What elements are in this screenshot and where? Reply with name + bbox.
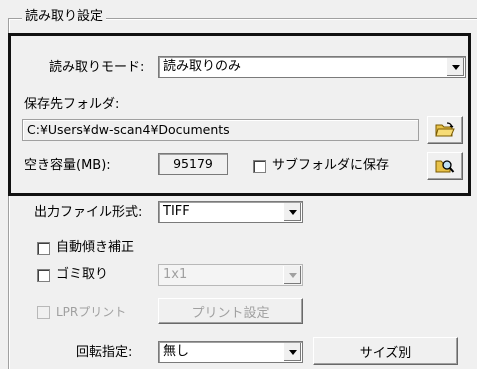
dust-removal-label: ゴミ取り — [56, 267, 109, 282]
print-settings-label: プリント設定 — [191, 305, 270, 321]
auto-deskew-checkbox[interactable] — [37, 242, 50, 255]
rotation-label: 回転指定: — [76, 345, 133, 360]
group-title: 読み取り設定 — [22, 9, 107, 25]
output-format-select[interactable]: TIFF — [158, 201, 303, 223]
browse-folder-button[interactable] — [427, 116, 463, 144]
rotation-value: 無し — [163, 344, 190, 359]
dust-removal-checkbox[interactable] — [37, 269, 50, 282]
lpr-print-label: LPRプリント — [56, 305, 127, 319]
save-folder-path-field[interactable]: C:¥Users¥dw-scan4¥Documents — [22, 119, 419, 141]
save-folder-label: 保存先フォルダ: — [24, 97, 120, 112]
search-folder-button[interactable] — [427, 152, 463, 180]
size-button-label: サイズ別 — [359, 345, 412, 361]
chevron-down-icon[interactable] — [283, 203, 301, 221]
auto-deskew-label: 自動傾き補正 — [56, 240, 135, 255]
dust-size-value: 1x1 — [163, 267, 188, 282]
rotation-select[interactable]: 無し — [158, 341, 303, 363]
subfolder-checkbox[interactable] — [253, 160, 266, 173]
output-format-value: TIFF — [163, 204, 190, 219]
free-space-label: 空き容量(MB): — [24, 158, 111, 173]
chevron-down-icon[interactable] — [283, 266, 301, 284]
free-space-value: 95179 — [158, 153, 228, 175]
read-mode-value: 読み取りのみ — [163, 59, 242, 74]
output-format-label: 出力ファイル形式: — [34, 205, 143, 220]
dust-size-select[interactable]: 1x1 — [158, 264, 303, 286]
chevron-down-icon[interactable] — [283, 343, 301, 361]
chevron-down-icon[interactable] — [446, 58, 464, 76]
subfolder-label: サブフォルダに保存 — [272, 158, 390, 173]
size-button[interactable]: サイズ別 — [313, 337, 458, 365]
folder-open-icon — [435, 122, 455, 137]
read-mode-label: 読み取りモード: — [49, 60, 145, 75]
magnifier-icon — [435, 160, 455, 173]
save-folder-path: C:¥Users¥dw-scan4¥Documents — [27, 122, 230, 137]
print-settings-button[interactable]: プリント設定 — [158, 298, 303, 324]
lpr-print-checkbox[interactable] — [37, 306, 50, 319]
read-mode-select[interactable]: 読み取りのみ — [158, 56, 466, 78]
